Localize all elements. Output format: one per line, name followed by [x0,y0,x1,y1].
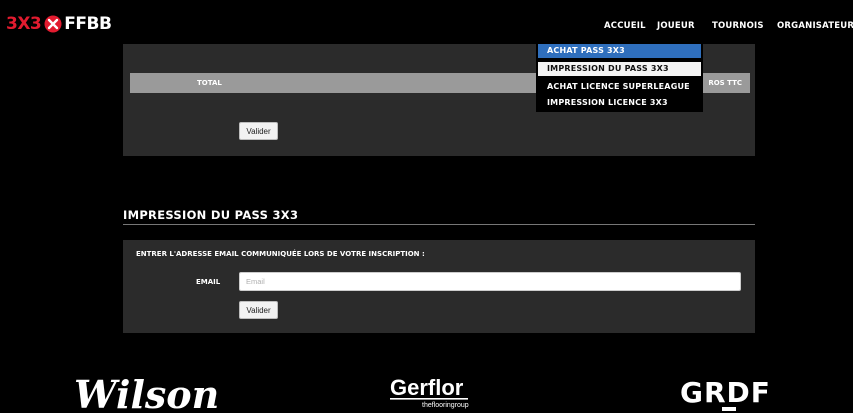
email-label: EMAIL [196,278,221,286]
svg-text:Wilson: Wilson [74,372,219,412]
section-divider [123,224,755,225]
nav-accueil[interactable]: ACCUEIL [604,21,646,33]
gerflor-logo: Gerflor theflooringroup [390,375,469,409]
top-navigation-bar: 3X3 FFBB ACCUEIL JOUEUR TOURNOIS ORGANIS… [0,0,853,44]
menu-item-achat-licence-superleague[interactable]: ACHAT LICENCE SUPERLEAGUE [538,80,701,94]
menu-item-achat-pass[interactable]: ACHAT PASS 3X3 [538,44,701,58]
email-instruction: ENTRER L'ADRESSE EMAIL COMMUNIQUÉE LORS … [136,250,425,258]
nav-joueur[interactable]: JOUEUR [657,21,695,33]
svg-text:GRDF: GRDF [680,376,771,409]
section-title: IMPRESSION DU PASS 3X3 [123,208,299,222]
print-pass-submit-button[interactable]: Valider [239,301,278,319]
grdf-logo: GRDF [680,376,771,411]
joueur-dropdown-menu: ACHAT PASS 3X3 IMPRESSION DU PASS 3X3 AC… [536,44,703,112]
total-currency-label: ROS TTC [708,79,742,87]
total-label: TOTAL [197,79,222,87]
menu-item-impression-pass[interactable]: IMPRESSION DU PASS 3X3 [538,62,701,76]
svg-text:theflooringroup: theflooringroup [422,402,469,409]
email-input[interactable] [239,272,741,291]
ffbb-3x3-logo[interactable]: 3X3 FFBB [6,13,112,35]
nav-organisateurs[interactable]: ORGANISATEURS [777,21,853,33]
wilson-logo: Wilson [74,372,219,412]
cart-submit-button[interactable]: Valider [239,122,278,140]
logo-3x3-text: 3X3 [6,14,42,34]
3x3-mark-icon [44,15,62,33]
svg-text:Gerflor: Gerflor [390,375,464,400]
nav-tournois[interactable]: TOURNOIS [712,21,764,33]
menu-item-impression-licence[interactable]: IMPRESSION LICENCE 3X3 [538,96,701,110]
logo-ffbb-text: FFBB [64,14,112,34]
print-pass-panel: ENTRER L'ADRESSE EMAIL COMMUNIQUÉE LORS … [123,240,755,333]
